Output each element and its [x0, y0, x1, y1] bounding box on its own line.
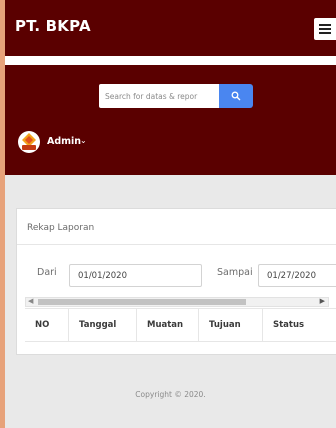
user-dropdown[interactable]: Admin ⌄ [17, 130, 127, 156]
page: PT. BKPA Admin ⌄ [0, 0, 336, 428]
company-logo-avatar [18, 131, 40, 153]
card-header: Rekap Laporan [17, 209, 336, 245]
header-strip [5, 56, 336, 65]
scroll-right-icon[interactable]: ▶ [320, 297, 325, 305]
hamburger-icon [319, 32, 331, 34]
search-input[interactable] [99, 84, 219, 108]
scroll-left-icon[interactable]: ◀ [28, 297, 33, 305]
chevron-down-icon: ⌄ [80, 136, 87, 145]
card-title: Rekap Laporan [27, 223, 95, 233]
column-header-muatan[interactable]: Muatan [137, 309, 199, 342]
column-header-no[interactable]: NO [25, 309, 69, 342]
search-form [99, 84, 261, 108]
horizontal-scrollbar[interactable]: ◀ ▶ [25, 297, 329, 307]
hamburger-icon [319, 24, 331, 26]
column-header-status[interactable]: Status [263, 309, 336, 342]
table-header: NO Tanggal Muatan Tujuan Status [25, 308, 336, 342]
to-date-input[interactable] [258, 264, 336, 287]
search-icon [231, 91, 241, 101]
left-accent-border [0, 0, 5, 428]
from-date-label: Dari [37, 267, 57, 278]
top-navbar: PT. BKPA [5, 0, 336, 56]
copyright-footer: Copyright © 2020. [135, 390, 206, 399]
column-header-tanggal[interactable]: Tanggal [69, 309, 137, 342]
scrollbar-thumb[interactable] [38, 299, 246, 305]
hero-section: Admin ⌄ [5, 65, 336, 175]
report-card: Rekap Laporan Dari Sampai ◀ ▶ NO Tanggal… [16, 208, 336, 355]
column-header-tujuan[interactable]: Tujuan [199, 309, 263, 342]
to-date-label: Sampai [217, 267, 253, 278]
hamburger-menu-button[interactable] [314, 18, 336, 40]
brand-title[interactable]: PT. BKPA [15, 17, 91, 35]
user-name: Admin [47, 136, 82, 147]
hamburger-icon [319, 28, 331, 30]
from-date-input[interactable] [69, 264, 202, 287]
search-button[interactable] [219, 84, 253, 108]
